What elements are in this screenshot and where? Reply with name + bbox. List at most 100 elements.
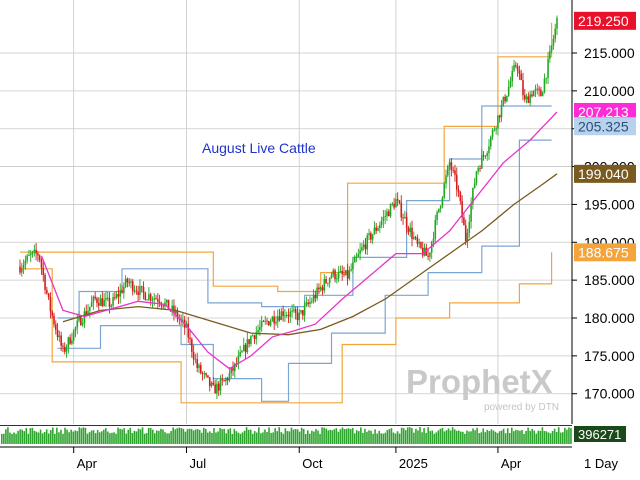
volume-bar [378, 430, 380, 444]
price-label-text: 205.325 [578, 118, 629, 134]
candle-body [500, 105, 503, 118]
volume-bar [260, 433, 262, 444]
volume-bar [268, 427, 270, 444]
volume-bar [98, 432, 101, 444]
volume-bar [25, 428, 28, 444]
candle-body [201, 373, 204, 374]
volume-bar [511, 427, 513, 444]
candle-body [69, 337, 71, 344]
candle-body [165, 299, 168, 303]
candle-body [344, 270, 347, 275]
candle-body [541, 92, 544, 97]
candle-body [420, 242, 422, 248]
candle-body [148, 294, 150, 300]
candle-body [448, 162, 451, 166]
candle-body [191, 339, 193, 352]
candle-body [554, 28, 557, 39]
volume-bar [168, 433, 170, 444]
candle-body [108, 297, 111, 307]
candle-body [205, 373, 207, 376]
candle-body [65, 347, 68, 352]
candle-body [384, 216, 386, 218]
volume-bar [309, 433, 311, 444]
candle-body [513, 65, 515, 71]
volume-bar [164, 432, 166, 444]
candle-body [242, 344, 245, 352]
candle-body [470, 203, 472, 222]
candle-body [309, 301, 311, 304]
x-tick-label: Apr [77, 456, 98, 471]
x-tick-label: 2025 [399, 456, 428, 471]
candle-body [24, 260, 27, 266]
volume-bar [570, 428, 572, 444]
volume-bar [7, 427, 9, 444]
volume-bar [455, 430, 458, 444]
candle-body [80, 316, 82, 326]
volume-bar [29, 428, 32, 444]
volume-bar [545, 431, 548, 444]
volume-bar [176, 428, 179, 444]
candle-body [303, 305, 306, 316]
volume-separator [0, 425, 572, 426]
volume-bar [35, 431, 38, 444]
volume-bar [302, 428, 305, 444]
candle-body [511, 70, 514, 82]
volume-bar [400, 427, 403, 444]
volume-bar [335, 428, 338, 444]
candle-body [463, 217, 465, 226]
candle-body [488, 146, 490, 154]
candle-body [355, 256, 358, 258]
candle-body [225, 378, 227, 382]
volume-bar [374, 429, 376, 444]
candle-body [371, 234, 374, 240]
candle-body [257, 330, 259, 333]
volume-bar [170, 431, 172, 444]
y-tick-label: 215.000 [584, 45, 635, 61]
candle-body [473, 183, 476, 189]
volume-bar [213, 428, 215, 444]
candle-body [282, 311, 284, 316]
candle-body [396, 199, 399, 201]
candle-body [33, 249, 36, 252]
volume-bar [137, 428, 140, 444]
volume-bar [15, 433, 17, 444]
candle-body [475, 171, 478, 184]
candle-body [305, 302, 308, 306]
volume-bar [174, 429, 176, 444]
candle-body [158, 301, 161, 304]
volume-bar [425, 432, 427, 444]
volume-bar [557, 427, 560, 444]
volume-bar [160, 428, 162, 444]
volume-bar [225, 433, 227, 444]
volume-bar [419, 427, 421, 444]
volume-bar [490, 429, 493, 444]
volume-bar [382, 433, 385, 444]
volume-bar [66, 429, 68, 444]
volume-bar [135, 431, 138, 444]
candle-body [121, 290, 123, 293]
candle-body [42, 267, 45, 276]
volume-bar [566, 429, 568, 444]
candle-body [522, 80, 524, 96]
candle-body [518, 70, 521, 74]
volume-bar [317, 430, 319, 444]
volume-bar [351, 427, 354, 444]
candle-body [182, 319, 184, 321]
candle-body [133, 290, 136, 292]
volume-bar [472, 428, 474, 444]
candle-body [341, 270, 343, 275]
volume-bar [429, 431, 431, 444]
candle-body [110, 305, 113, 307]
volume-bar [506, 428, 509, 444]
candle-body [189, 337, 191, 340]
volume-bar [339, 429, 342, 444]
candle-body [226, 378, 229, 381]
candle-body [529, 94, 531, 104]
volume-bar [60, 429, 62, 444]
volume-bar [92, 430, 95, 444]
candle-body [262, 321, 265, 323]
candle-body [443, 183, 446, 198]
candle-body [373, 227, 376, 235]
candle-body [196, 359, 199, 368]
candle-body [51, 311, 54, 316]
